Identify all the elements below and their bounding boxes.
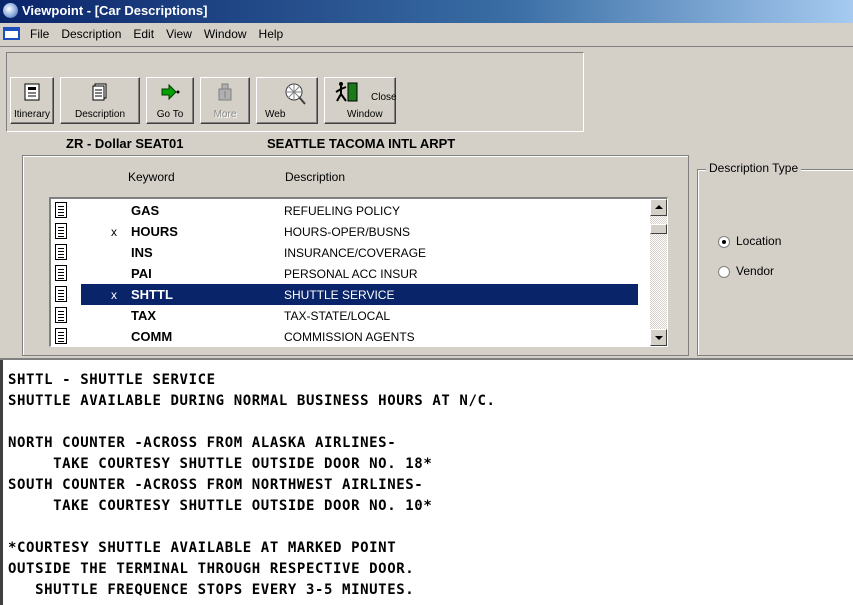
description-type-legend: Description Type <box>706 161 802 175</box>
description-type-group: Description Type Location Vendor <box>697 161 853 356</box>
description-text: COMMISSION AGENTS <box>284 330 415 344</box>
description-text-pane[interactable]: SHTTL - SHUTTLE SERVICE SHUTTLE AVAILABL… <box>0 358 853 605</box>
vendor-radio-label: Vendor <box>736 264 775 278</box>
list-item[interactable]: x HOURS HOURS-OPER/BUSNS <box>51 221 638 243</box>
itinerary-icon <box>24 83 40 101</box>
app-icon[interactable] <box>3 3 18 18</box>
scroll-thumb[interactable] <box>650 224 667 234</box>
document-window-icon[interactable] <box>3 27 20 40</box>
included-mark: x <box>111 288 117 302</box>
document-icon <box>55 286 67 302</box>
keyword-text: COMM <box>131 329 173 344</box>
description-label: Description <box>74 109 126 120</box>
description-text: REFUELING POLICY <box>284 204 401 218</box>
list-item[interactable]: GAS REFUELING POLICY <box>51 200 638 222</box>
description-text: HOURS-OPER/BUSNS <box>284 225 411 239</box>
exit-door-icon <box>335 82 358 102</box>
list-item-selected[interactable]: x SHTTL SHUTTLE SERVICE <box>51 284 638 306</box>
list-item[interactable]: TAX TAX-STATE/LOCAL <box>51 305 638 327</box>
radio-indicator[interactable] <box>718 266 730 278</box>
menu-description[interactable]: Description <box>55 27 127 41</box>
location-radio-label: Location <box>736 234 782 248</box>
description-icon <box>92 83 107 101</box>
text-line: NORTH COUNTER -ACROSS FROM ALASKA AIRLIN… <box>8 435 397 451</box>
text-line: OUTSIDE THE TERMINAL THROUGH RESPECTIVE … <box>8 561 415 577</box>
menu-file[interactable]: File <box>24 27 55 41</box>
location-header: ZR - Dollar SEAT01 SEATTLE TACOMA INTL A… <box>0 133 853 155</box>
list-vertical-scrollbar[interactable] <box>650 199 667 346</box>
column-header-description[interactable]: Description <box>285 170 345 184</box>
keyword-text: HOURS <box>131 224 178 239</box>
itinerary-button[interactable]: Itinerary <box>10 77 54 124</box>
description-button[interactable]: Description <box>60 77 140 124</box>
window-title: Viewpoint - [Car Descriptions] <box>22 3 208 18</box>
column-header-keyword[interactable]: Keyword <box>128 170 175 184</box>
keyword-text: TAX <box>131 308 157 323</box>
text-line: TAKE COURTESY SHUTTLE OUTSIDE DOOR NO. 1… <box>8 498 433 514</box>
document-icon <box>55 328 67 344</box>
pane-left-border <box>0 360 3 605</box>
menu-bar: File Description Edit View Window Help <box>0 23 853 47</box>
text-line: SHUTTLE AVAILABLE DURING NORMAL BUSINESS… <box>8 393 496 409</box>
keyword-text: INS <box>131 245 153 260</box>
document-icon <box>55 265 67 281</box>
itinerary-label: Itinerary <box>13 109 51 120</box>
goto-label: Go To <box>156 109 184 120</box>
close-label: Close <box>371 92 397 103</box>
keyword-text: SHTTL <box>131 287 173 302</box>
airport-name: SEATTLE TACOMA INTL ARPT <box>267 136 456 151</box>
menu-view[interactable]: View <box>160 27 198 41</box>
text-line: SHUTTLE FREQUENCE STOPS EVERY 3-5 MINUTE… <box>8 582 415 598</box>
location-code: ZR - Dollar SEAT01 <box>66 136 184 151</box>
title-bar[interactable]: Viewpoint - [Car Descriptions] <box>0 0 853 23</box>
document-icon <box>55 202 67 218</box>
keyword-list[interactable]: GAS REFUELING POLICY x HOURS HOURS-OPER/… <box>49 197 668 347</box>
menu-window[interactable]: Window <box>198 27 253 41</box>
toolbar: Itinerary Description Go To More Web Clo… <box>0 47 853 133</box>
more-label: More <box>213 109 237 120</box>
list-item[interactable]: INS INSURANCE/COVERAGE <box>51 242 638 264</box>
scroll-down-button[interactable] <box>650 329 667 346</box>
list-item[interactable]: COMM COMMISSION AGENTS <box>51 326 638 346</box>
window-label: Window <box>347 109 383 120</box>
radio-selected-indicator[interactable] <box>718 236 730 248</box>
goto-button[interactable]: Go To <box>146 77 194 124</box>
text-line: *COURTESY SHUTTLE AVAILABLE AT MARKED PO… <box>8 540 397 556</box>
down-arrow-icon <box>655 336 663 340</box>
text-line: TAKE COURTESY SHUTTLE OUTSIDE DOOR NO. 1… <box>8 456 433 472</box>
menu-help[interactable]: Help <box>253 27 290 41</box>
close-window-button[interactable]: Close Window <box>324 77 397 124</box>
globe-search-icon <box>285 83 306 105</box>
description-text: INSURANCE/COVERAGE <box>284 246 427 260</box>
document-icon <box>55 307 67 323</box>
keyword-text: GAS <box>131 203 160 218</box>
document-icon <box>55 223 67 239</box>
up-arrow-icon <box>655 205 663 209</box>
arrow-right-icon <box>161 83 180 101</box>
description-text: PERSONAL ACC INSUR <box>284 267 418 281</box>
description-text: SHUTTLE SERVICE <box>284 288 395 302</box>
text-line: SHTTL - SHUTTLE SERVICE <box>8 372 216 388</box>
included-mark: x <box>111 225 117 239</box>
web-button[interactable]: Web <box>256 77 318 124</box>
keyword-text: PAI <box>131 266 152 281</box>
document-icon <box>55 244 67 260</box>
keyword-pane: Keyword Description GAS REFUELING POLICY… <box>0 155 853 358</box>
menu-edit[interactable]: Edit <box>127 27 160 41</box>
list-item[interactable]: PAI PERSONAL ACC INSUR <box>51 263 638 285</box>
scroll-up-button[interactable] <box>650 199 667 216</box>
more-button[interactable]: More <box>200 77 250 124</box>
text-line: SOUTH COUNTER -ACROSS FROM NORTHWEST AIR… <box>8 477 424 493</box>
more-icon <box>218 83 232 101</box>
description-text: TAX-STATE/LOCAL <box>284 309 391 323</box>
web-label: Web <box>265 109 286 120</box>
